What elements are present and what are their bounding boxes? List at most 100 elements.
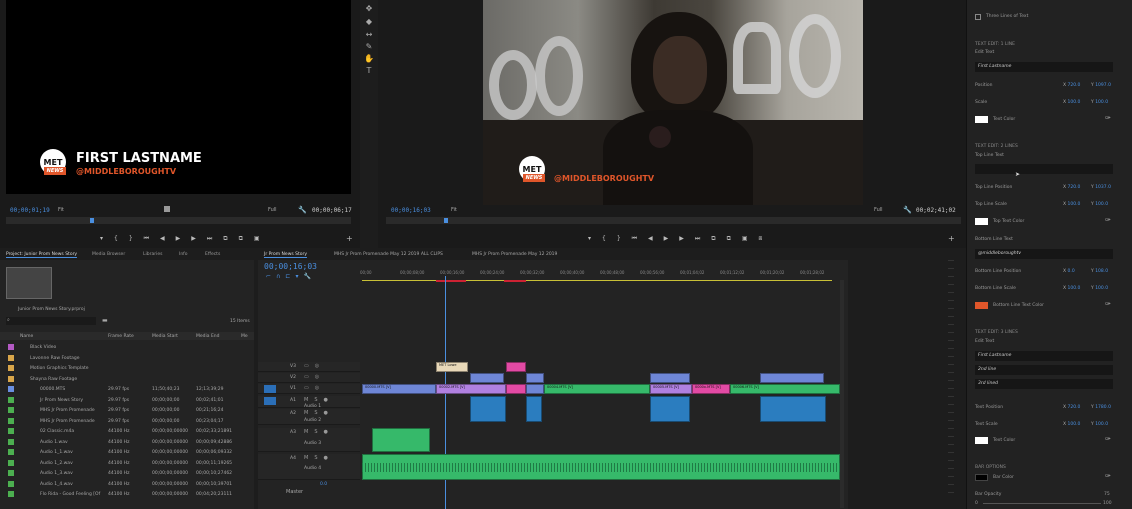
text-pos-y-value[interactable]: 1780.0 bbox=[1095, 405, 1111, 410]
selection-tool-icon[interactable]: ✥ bbox=[364, 4, 374, 14]
source-patch-target[interactable] bbox=[264, 397, 276, 405]
v1-clip[interactable]: 00006.MTS [V] bbox=[730, 384, 840, 394]
folder-icon[interactable]: ▬ bbox=[102, 317, 108, 324]
track-toggle-icons[interactable]: MS● bbox=[304, 397, 334, 403]
label-color-swatch[interactable] bbox=[8, 354, 14, 361]
bottom-text-color-swatch[interactable] bbox=[975, 302, 988, 309]
v1-clip[interactable] bbox=[526, 384, 544, 394]
program-quality-dropdown[interactable]: Full bbox=[874, 207, 883, 213]
pen-tool-icon[interactable]: ✎ bbox=[364, 42, 374, 52]
list-item[interactable]: Audio 1_3.wav 44100 Hz 00;00;00;00000 00;00… bbox=[0, 468, 254, 479]
list-item[interactable]: Audio 1_1.wav 44100 Hz 00;00;00;00000 00;00… bbox=[0, 447, 254, 458]
track-toggle-icons[interactable]: MS● bbox=[304, 455, 334, 461]
add-button-icon[interactable]: + bbox=[346, 234, 353, 243]
list-item[interactable]: Motion Graphics Template bbox=[0, 363, 254, 374]
label-color-swatch[interactable] bbox=[8, 449, 14, 455]
text-scale-x-value[interactable]: 100.0 bbox=[1068, 422, 1081, 427]
eyedropper-icon[interactable]: ✑ bbox=[1105, 114, 1111, 122]
v2-clip[interactable] bbox=[526, 373, 544, 383]
a1-audio-clip[interactable] bbox=[526, 396, 542, 422]
razor-tool-icon[interactable]: ↔ bbox=[364, 30, 374, 40]
v1-clip[interactable]: 0000x.MTS [V] bbox=[692, 384, 730, 394]
eyedropper-icon[interactable]: ✑ bbox=[1105, 435, 1111, 443]
a1-audio-clip[interactable] bbox=[470, 396, 506, 422]
label-color-swatch[interactable] bbox=[8, 459, 14, 466]
list-item[interactable]: 00000.MTS 29.97 fps 11;50;40;23 12;13;39;29 bbox=[0, 384, 254, 395]
position-y-value[interactable]: 1097.0 bbox=[1095, 83, 1111, 88]
tab-libraries[interactable]: Libraries bbox=[143, 252, 162, 257]
v2-clip[interactable] bbox=[760, 373, 824, 383]
wrench-icon[interactable]: 🔧 bbox=[298, 206, 307, 214]
track-header-v1[interactable]: V1 ▭◎ bbox=[258, 384, 360, 394]
text-pos-x-value[interactable]: 720.0 bbox=[1068, 405, 1081, 410]
v1-clip[interactable]: 00004.MTS [V] bbox=[544, 384, 650, 394]
list-item[interactable]: Audio 1_2.wav 44100 Hz 00;00;00;00000 00;00… bbox=[0, 458, 254, 469]
list-item[interactable]: MHS Jr Prom Promenade 29.97 fps 00;00;00;0… bbox=[0, 416, 254, 427]
v1-clip[interactable]: 00005.MTS [V] bbox=[650, 384, 692, 394]
text-scale-y-value[interactable]: 100.0 bbox=[1095, 422, 1108, 427]
graphic-clip-pink[interactable] bbox=[506, 362, 526, 372]
column-name[interactable]: Name bbox=[20, 334, 33, 339]
settings-icon[interactable] bbox=[164, 206, 170, 212]
label-color-swatch[interactable] bbox=[8, 428, 14, 434]
list-item[interactable]: MHS Jr Prom Promenade 29.97 fps 00;00;00;0… bbox=[0, 405, 254, 416]
work-area-bar[interactable] bbox=[362, 280, 832, 281]
column-media-start[interactable]: Media Start bbox=[152, 334, 178, 339]
top-scale-x-value[interactable]: 100.0 bbox=[1068, 202, 1081, 207]
source-scrubber[interactable] bbox=[6, 217, 351, 224]
track-toggle-icons[interactable]: ▭◎ bbox=[304, 385, 325, 391]
label-color-swatch[interactable] bbox=[8, 375, 14, 382]
column-media-more[interactable]: Me bbox=[241, 334, 248, 339]
source-patch-target[interactable] bbox=[264, 385, 276, 393]
top-text-color-swatch[interactable] bbox=[975, 218, 988, 225]
track-toggle-icons[interactable]: MS● bbox=[304, 410, 334, 416]
tab-all-clips[interactable]: MHS Jr Prom Promenade May 12 2019 ALL CL… bbox=[334, 252, 443, 257]
source-quality-dropdown[interactable]: Full bbox=[268, 207, 277, 213]
track-header-v3[interactable]: V3 ▭◎ bbox=[258, 362, 360, 372]
timeline-toolbar-icons[interactable]: ⌐∩⊏▾🔧 bbox=[266, 273, 316, 280]
list-item[interactable]: Jr Prom News Story 29.97 fps 00;00;00;00 00… bbox=[0, 395, 254, 406]
bottom-pos-x-value[interactable]: 0.0 bbox=[1068, 269, 1075, 274]
v1-clip[interactable]: 00002.MTS [V] bbox=[436, 384, 506, 394]
label-color-swatch[interactable] bbox=[8, 386, 14, 392]
label-color-swatch[interactable] bbox=[8, 417, 14, 424]
track-header-a3[interactable]: A3 MS● bbox=[258, 428, 360, 452]
scale-y-value[interactable]: 100.0 bbox=[1095, 100, 1108, 105]
program-timecode[interactable]: 00;00;16;03 bbox=[391, 207, 431, 214]
top-pos-y-value[interactable]: 1037.0 bbox=[1095, 185, 1111, 190]
label-color-swatch[interactable] bbox=[8, 407, 14, 413]
top-scale-y-value[interactable]: 100.0 bbox=[1095, 202, 1108, 207]
list-item[interactable]: Black Video bbox=[0, 342, 254, 353]
top-line-text-field[interactable] bbox=[975, 164, 1113, 174]
three-line-field-1[interactable]: First Lastname bbox=[975, 351, 1113, 361]
tab-project[interactable]: Project: Junior Prom News Story bbox=[6, 252, 78, 258]
source-playhead[interactable] bbox=[90, 218, 94, 223]
program-transport-controls[interactable]: ▾{}⏮◀▶▶⏭⧉⧉▣⧈ bbox=[588, 235, 773, 243]
text-color-swatch[interactable] bbox=[975, 116, 988, 123]
three-line-field-2[interactable]: 2nd line bbox=[975, 365, 1113, 375]
label-color-swatch[interactable] bbox=[8, 396, 14, 403]
track-toggle-icons[interactable]: MS● bbox=[304, 429, 334, 435]
source-transport-controls[interactable]: ▾{}⏮◀▶▶⏭⧉⧉▣ bbox=[100, 235, 271, 243]
a1-audio-clip[interactable] bbox=[650, 396, 690, 422]
v2-clip[interactable] bbox=[650, 373, 690, 383]
scale-x-value[interactable]: 100.0 bbox=[1068, 100, 1081, 105]
v1-clip[interactable] bbox=[506, 384, 526, 394]
bar-opacity-value[interactable]: 75 bbox=[1104, 492, 1110, 497]
tab-effects[interactable]: Effects bbox=[205, 252, 220, 257]
track-toggle-icons[interactable]: ▭◎ bbox=[304, 374, 325, 380]
ripple-edit-tool-icon[interactable]: ◆ bbox=[364, 17, 374, 27]
add-button-icon[interactable]: + bbox=[948, 234, 955, 243]
text-color-swatch[interactable] bbox=[975, 437, 988, 444]
wrench-icon[interactable]: 🔧 bbox=[903, 206, 912, 214]
bottom-scale-x-value[interactable]: 100.0 bbox=[1068, 286, 1081, 291]
tab-jr-prom-news-story[interactable]: Jr Prom News Story bbox=[264, 252, 308, 258]
label-color-swatch[interactable] bbox=[8, 344, 14, 350]
bottom-pos-y-value[interactable]: 108.0 bbox=[1095, 269, 1108, 274]
list-item[interactable]: Lavonne Raw Footage bbox=[0, 353, 254, 364]
label-color-swatch[interactable] bbox=[8, 470, 14, 476]
type-tool-icon[interactable]: T bbox=[364, 66, 374, 76]
a1-audio-clip[interactable] bbox=[760, 396, 826, 422]
hand-tool-icon[interactable]: ✋ bbox=[364, 54, 374, 64]
v2-clip[interactable] bbox=[470, 373, 504, 383]
